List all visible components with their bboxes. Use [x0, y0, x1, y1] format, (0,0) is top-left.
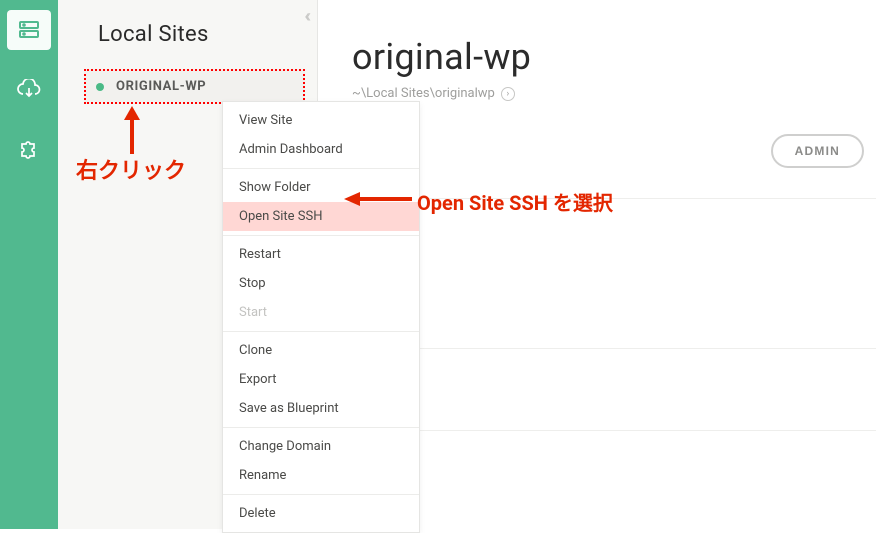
- menu-separator: [223, 427, 419, 428]
- nav-addons[interactable]: [11, 130, 47, 166]
- nav-sites[interactable]: [7, 10, 51, 50]
- nav-cloud[interactable]: [11, 72, 47, 108]
- menu-separator: [223, 331, 419, 332]
- menu-separator: [223, 168, 419, 169]
- sidebar-site-item[interactable]: ORIGINAL-WP: [84, 69, 305, 104]
- site-title: original-wp: [352, 36, 866, 78]
- menu-admin-dashboard[interactable]: Admin Dashboard: [223, 135, 419, 164]
- annotation-select-ssh-arrow-icon: [344, 189, 414, 209]
- menu-separator: [223, 235, 419, 236]
- menu-change-domain[interactable]: Change Domain: [223, 432, 419, 461]
- menu-stop[interactable]: Stop: [223, 269, 419, 298]
- context-menu: View Site Admin Dashboard Show Folder Op…: [222, 101, 420, 533]
- collapse-sidebar-icon[interactable]: ‹‹: [304, 6, 307, 27]
- annotation-right-click-label: 右クリック: [76, 153, 186, 185]
- menu-rename[interactable]: Rename: [223, 461, 419, 490]
- annotation-right-click-arrow-icon: [120, 106, 144, 156]
- admin-button[interactable]: ADMIN: [771, 134, 864, 168]
- sidebar-title: Local Sites: [58, 0, 317, 61]
- menu-restart[interactable]: Restart: [223, 240, 419, 269]
- annotation-select-ssh-label: Open Site SSH を選択: [417, 187, 613, 216]
- menu-export[interactable]: Export: [223, 365, 419, 394]
- nav-iconbar: [0, 0, 58, 529]
- status-dot-icon: [96, 83, 104, 91]
- site-path: ~\Local Sites\originalwp: [352, 86, 495, 101]
- open-path-icon[interactable]: ›: [501, 87, 515, 101]
- menu-start: Start: [223, 298, 419, 327]
- menu-separator: [223, 494, 419, 495]
- sidebar-site-name: ORIGINAL-WP: [116, 79, 206, 94]
- menu-save-blueprint[interactable]: Save as Blueprint: [223, 394, 419, 423]
- menu-delete[interactable]: Delete: [223, 499, 419, 528]
- menu-clone[interactable]: Clone: [223, 336, 419, 365]
- puzzle-icon: [17, 136, 41, 160]
- site-path-row: ~\Local Sites\originalwp ›: [352, 86, 866, 101]
- menu-view-site[interactable]: View Site: [223, 106, 419, 135]
- cloud-download-icon: [16, 79, 42, 101]
- server-icon: [17, 18, 41, 42]
